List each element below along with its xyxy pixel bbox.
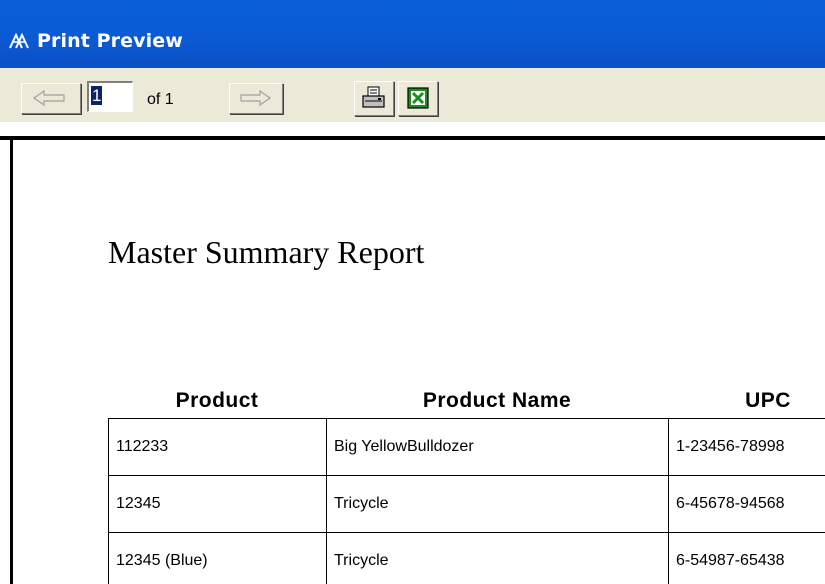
cell-product-name: Tricycle	[326, 532, 669, 584]
table-row: 112233 Big YellowBulldozer 1-23456-78998	[108, 418, 825, 476]
window-title: Print Preview	[37, 30, 183, 52]
page-border-top	[0, 136, 825, 140]
arrow-right-icon	[240, 89, 272, 107]
cell-upc: 6-45678-94568	[668, 475, 825, 533]
page-number-input[interactable]: 1	[87, 81, 133, 112]
printer-icon	[362, 86, 385, 108]
report-title: Master Summary Report	[108, 234, 425, 270]
report-table: 112233 Big YellowBulldozer 1-23456-78998…	[108, 418, 825, 584]
cell-product: 12345 (Blue)	[108, 532, 327, 584]
previous-page-button[interactable]	[21, 83, 81, 114]
page-number-value: 1	[91, 86, 103, 105]
arrow-left-icon	[32, 89, 65, 107]
cell-upc: 6-54987-65438	[668, 532, 825, 584]
toolbar: 1 of 1	[0, 68, 825, 122]
column-header-product-name: Product Name	[422, 389, 572, 412]
title-bar[interactable]: Print Preview	[0, 0, 825, 68]
export-excel-button[interactable]	[398, 81, 438, 116]
page-border-left	[10, 136, 13, 584]
cell-product: 112233	[108, 418, 327, 476]
print-button[interactable]	[354, 81, 394, 116]
cell-upc: 1-23456-78998	[668, 418, 825, 476]
cell-product-name: Big YellowBulldozer	[326, 418, 669, 476]
page-count-label: of 1	[147, 91, 174, 108]
app-icon	[9, 32, 29, 49]
cell-product-name: Tricycle	[326, 475, 669, 533]
next-page-button[interactable]	[229, 83, 283, 114]
table-row: 12345 Tricycle 6-45678-94568	[108, 475, 825, 533]
column-header-upc: UPC	[745, 389, 791, 412]
table-row: 12345 (Blue) Tricycle 6-54987-65438	[108, 532, 825, 584]
excel-export-icon	[407, 87, 429, 109]
column-header-product: Product	[175, 389, 259, 412]
cell-product: 12345	[108, 475, 327, 533]
